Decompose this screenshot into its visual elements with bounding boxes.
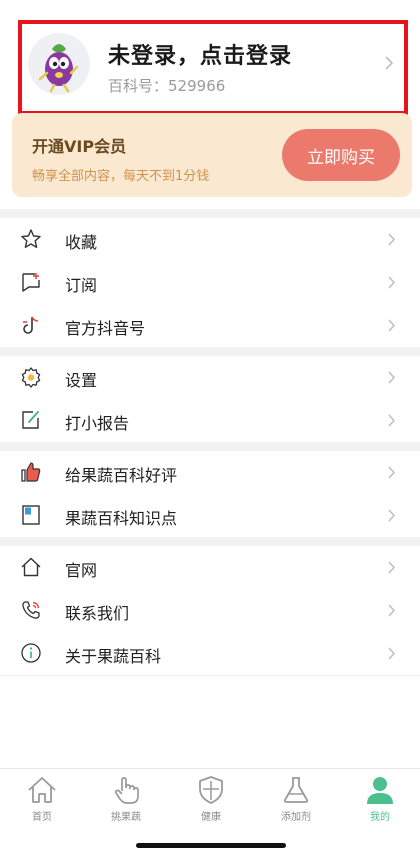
chevron-right-icon: [388, 319, 396, 332]
subscribe-bookmark-icon: [22, 273, 40, 292]
star-icon: [21, 229, 41, 248]
divider: [0, 675, 420, 676]
menu-label-contact: 联系我们: [65, 604, 130, 623]
home-icon: [28, 777, 56, 803]
chevron-right-icon: [388, 647, 396, 660]
chevron-right-icon: [388, 276, 396, 289]
hand-pointer-icon: [114, 777, 139, 804]
vip-subtitle: 畅享全部内容，每天不到1分钱: [32, 169, 210, 184]
info-icon: [21, 643, 41, 663]
chevron-right-icon: [388, 604, 396, 617]
section-gap: [0, 442, 420, 451]
profile-id: 百科号：529966: [108, 75, 225, 96]
menu-item-favorites[interactable]: 收藏: [0, 218, 420, 261]
tab-label-pick: 挑果蔬: [111, 812, 141, 823]
douyin-icon: [23, 316, 39, 334]
shield-icon: [199, 776, 223, 804]
home-icon: [21, 557, 41, 577]
vip-banner[interactable]: 开通VIP会员 畅享全部内容，每天不到1分钱 立即购买: [12, 113, 412, 197]
tab-label-mine: 我的: [370, 812, 390, 823]
tab-additives[interactable]: 添加剂: [266, 775, 326, 829]
section-gap: [0, 209, 420, 218]
book-icon: [22, 505, 40, 525]
menu-label-douyin: 官方抖音号: [65, 319, 146, 338]
menu-label-report: 打小报告: [65, 414, 130, 433]
tab-label-health: 健康: [201, 812, 221, 823]
edit-report-icon: [22, 411, 39, 429]
buy-now-button[interactable]: 立即购买: [282, 129, 400, 181]
profile-id-value: 529966: [168, 77, 226, 95]
login-prompt[interactable]: 未登录，点击登录: [108, 38, 292, 70]
chevron-right-icon: [388, 561, 396, 574]
tab-label-additives: 添加剂: [281, 812, 311, 823]
tab-label-home: 首页: [32, 812, 52, 823]
menu-label-knowledge: 果蔬百科知识点: [65, 509, 178, 528]
menu-label-settings: 设置: [65, 371, 98, 390]
menu-item-subscribe[interactable]: 订阅: [0, 261, 420, 304]
menu-item-report[interactable]: 打小报告: [0, 399, 420, 442]
vip-title: 开通VIP会员: [32, 137, 127, 156]
menu-item-website[interactable]: 官网: [0, 546, 420, 589]
gear-icon: [21, 367, 41, 388]
section-gap: [0, 347, 420, 356]
chevron-right-icon: [388, 233, 396, 246]
menu-label-favorites: 收藏: [65, 233, 98, 252]
menu-label-about: 关于果蔬百科: [65, 647, 162, 666]
menu-label-website: 官网: [65, 561, 98, 580]
chevron-right-icon: [388, 371, 396, 384]
flask-icon: [283, 777, 309, 803]
user-icon: [367, 777, 393, 804]
chevron-right-icon: [388, 466, 396, 479]
menu-item-douyin[interactable]: 官方抖音号: [0, 304, 420, 347]
menu-item-contact[interactable]: 联系我们: [0, 589, 420, 632]
menu-label-subscribe: 订阅: [65, 276, 98, 295]
menu-label-rate: 给果蔬百科好评: [65, 466, 178, 485]
chevron-right-icon: [385, 56, 394, 70]
menu-item-settings[interactable]: 设置: [0, 356, 420, 399]
section-gap: [0, 537, 420, 546]
chevron-right-icon: [388, 509, 396, 522]
thumbs-up-icon: [21, 462, 41, 482]
menu-item-about[interactable]: 关于果蔬百科: [0, 632, 420, 675]
tab-home[interactable]: 首页: [12, 775, 72, 829]
chevron-right-icon: [388, 414, 396, 427]
tab-health[interactable]: 健康: [181, 775, 241, 829]
tab-mine[interactable]: 我的: [350, 775, 410, 829]
home-indicator: [136, 843, 286, 848]
avatar: [28, 33, 90, 95]
menu-item-knowledge[interactable]: 果蔬百科知识点: [0, 494, 420, 537]
phone-icon: [22, 601, 40, 619]
menu-item-rate[interactable]: 给果蔬百科好评: [0, 451, 420, 494]
profile-id-label: 百科号：: [108, 77, 169, 95]
tab-pick[interactable]: 挑果蔬: [96, 775, 156, 829]
profile-header[interactable]: 未登录，点击登录 百科号：529966: [18, 20, 408, 115]
